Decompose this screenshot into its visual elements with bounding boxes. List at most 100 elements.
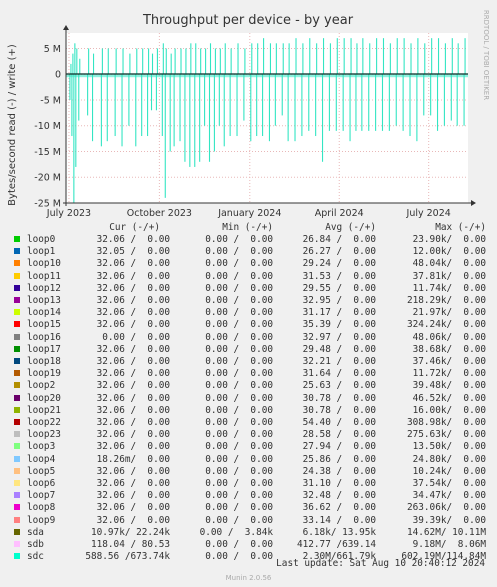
legend-row: loop7 32.06 / 0.00 0.00 / 0.00 32.48 / 0.00… (0, 490, 497, 502)
y-axis-arrow (63, 25, 69, 30)
x-tick-label: July 2023 (46, 208, 91, 219)
legend-max: 46.52k/ 0.00 (412, 392, 486, 404)
legend-swatch (14, 358, 20, 364)
x-tick-label: January 2024 (217, 208, 281, 219)
legend-swatch (14, 321, 20, 328)
legend-swatch (14, 248, 20, 255)
legend-swatch (14, 467, 20, 474)
x-axis-arrow (471, 200, 476, 206)
legend-avg: 31.64 / 0.00 (302, 368, 376, 380)
legend-avg: 6.18k/ 13.95k (302, 526, 376, 538)
legend-swatch (14, 394, 20, 401)
legend-swatch (14, 419, 20, 425)
legend-device-name: loop12 (27, 282, 61, 294)
legend-swatch (14, 284, 20, 291)
legend-cur: 32.06 / 0.00 (96, 319, 170, 331)
legend-device-name: loop3 (27, 441, 56, 453)
legend-max: 24.80k/ 0.00 (412, 453, 486, 465)
legend-max: 37.46k/ 0.00 (412, 356, 486, 367)
legend-row: loop0 32.06 / 0.00 0.00 / 0.00 26.84 / 0.00… (0, 234, 497, 246)
legend-min: 0.00 / 3.84k (199, 526, 273, 538)
legend-cur: 32.06 / 0.00 (96, 404, 170, 416)
legend-cur: 0.00 / 0.00 (102, 331, 170, 343)
last-update-text: Last update: Sat Aug 10 20:40:12 2024 (276, 558, 485, 569)
legend-min: 0.00 / 0.00 (205, 551, 273, 563)
legend-cur: 32.06 / 0.00 (96, 258, 170, 270)
legend-swatch (14, 382, 20, 389)
legend-min: 0.00 / 0.00 (205, 343, 273, 355)
legend-min: 0.00 / 0.00 (205, 453, 273, 465)
legend-max: 39.48k/ 0.00 (412, 380, 486, 392)
legend-swatch (14, 370, 20, 377)
legend-min: 0.00 / 0.00 (205, 258, 273, 270)
legend-swatch (14, 443, 20, 450)
legend-cur: 32.06 / 0.00 (96, 282, 170, 294)
legend-max: 9.18M/ 8.06M (412, 539, 486, 550)
legend-cur: 32.06 / 0.00 (96, 478, 170, 489)
legend-device-name: loop2 (27, 380, 56, 392)
legend-avg: 28.58 / 0.00 (302, 429, 376, 441)
y-axis: 5 M0-5 M-10 M-15 M-20 M-25 M (34, 44, 61, 210)
legend-avg: 29.48 / 0.00 (302, 343, 376, 355)
legend-swatch (14, 236, 20, 242)
x-tick-label: October 2023 (127, 208, 192, 219)
legend-min: 0.00 / 0.00 (205, 514, 273, 526)
legend-avg: 32.97 / 0.00 (302, 331, 376, 343)
legend-row: loop23 32.06 / 0.00 0.00 / 0.00 28.58 / 0.0… (0, 429, 497, 441)
legend-max: 11.72k/ 0.00 (412, 368, 486, 380)
legend-device-name: loop4 (27, 453, 56, 465)
legend-min: 0.00 / 0.00 (205, 246, 273, 258)
legend-cur: 32.06 / 0.00 (96, 356, 170, 367)
legend-min: 0.00 / 0.00 (205, 307, 273, 319)
legend-swatch (14, 431, 20, 438)
legend-device-name: loop1 (27, 246, 56, 258)
legend-device-name: loop20 (27, 392, 61, 404)
legend-min: 0.00 / 0.00 (205, 282, 273, 294)
legend-avg: 24.38 / 0.00 (302, 465, 376, 477)
legend-avg: 33.14 / 0.00 (302, 514, 376, 526)
legend-device-name: loop9 (27, 514, 56, 526)
legend-min: 0.00 / 0.00 (205, 490, 273, 502)
throughput-chart: Throughput per device - by year Bytes/se… (7, 10, 490, 219)
legend-avg: 35.39 / 0.00 (302, 319, 376, 331)
legend-cur: 32.06 / 0.00 (96, 465, 170, 477)
y-tick-label: 0 (55, 70, 61, 81)
legend-avg: 30.78 / 0.00 (302, 404, 376, 416)
legend-max: 38.68k/ 0.00 (412, 343, 486, 355)
legend-avg: 54.40 / 0.00 (302, 417, 376, 428)
legend-min: 0.00 / 0.00 (205, 380, 273, 392)
legend-device-name: loop15 (27, 319, 61, 331)
legend-cur: 10.97k/ 22.24k (90, 526, 170, 538)
legend-device-name: loop0 (27, 234, 56, 245)
legend-swatch (14, 260, 20, 267)
legend-device-name: loop22 (27, 417, 61, 428)
legend-avg: 31.17 / 0.00 (302, 307, 376, 319)
legend-swatch (14, 516, 20, 523)
legend-swatch (14, 297, 20, 303)
y-tick-label: -10 M (34, 121, 61, 132)
legend-avg: 30.78 / 0.00 (302, 392, 376, 404)
legend-min: 0.00 / 0.00 (205, 368, 273, 380)
legend-avg: 27.94 / 0.00 (302, 441, 376, 453)
legend-row: loop3 32.06 / 0.00 0.00 / 0.00 27.94 / 0.00… (0, 441, 497, 453)
legend-min: 0.00 / 0.00 (205, 234, 273, 245)
legend-max: 12.00k/ 0.00 (412, 246, 486, 258)
legend-avg: 26.84 / 0.00 (302, 234, 376, 245)
legend-cur: 32.06 / 0.00 (96, 490, 170, 502)
legend-max: 23.90k/ 0.00 (412, 234, 486, 245)
legend-device-name: loop17 (27, 343, 61, 355)
legend-min: 0.00 / 0.00 (205, 295, 273, 306)
legend-avg: 32.21 / 0.00 (302, 356, 376, 367)
legend-device-name: loop6 (27, 478, 56, 489)
legend-device-name: loop16 (27, 331, 61, 343)
legend-row: loop22 32.06 / 0.00 0.00 / 0.00 54.40 / 0.0… (0, 417, 497, 429)
legend-row: loop1 32.05 / 0.00 0.00 / 0.00 26.27 / 0.00… (0, 246, 497, 258)
legend-swatch (14, 309, 20, 316)
legend-cur: 32.06 / 0.00 (96, 441, 170, 453)
legend-min: 0.00 / 0.00 (205, 392, 273, 404)
legend-swatch (14, 455, 20, 462)
legend-device-name: loop11 (27, 270, 61, 282)
legend-cur: 32.06 / 0.00 (96, 514, 170, 526)
legend-cur: 32.06 / 0.00 (96, 343, 170, 355)
legend-row: loop17 32.06 / 0.00 0.00 / 0.00 29.48 / 0.0… (0, 344, 497, 356)
